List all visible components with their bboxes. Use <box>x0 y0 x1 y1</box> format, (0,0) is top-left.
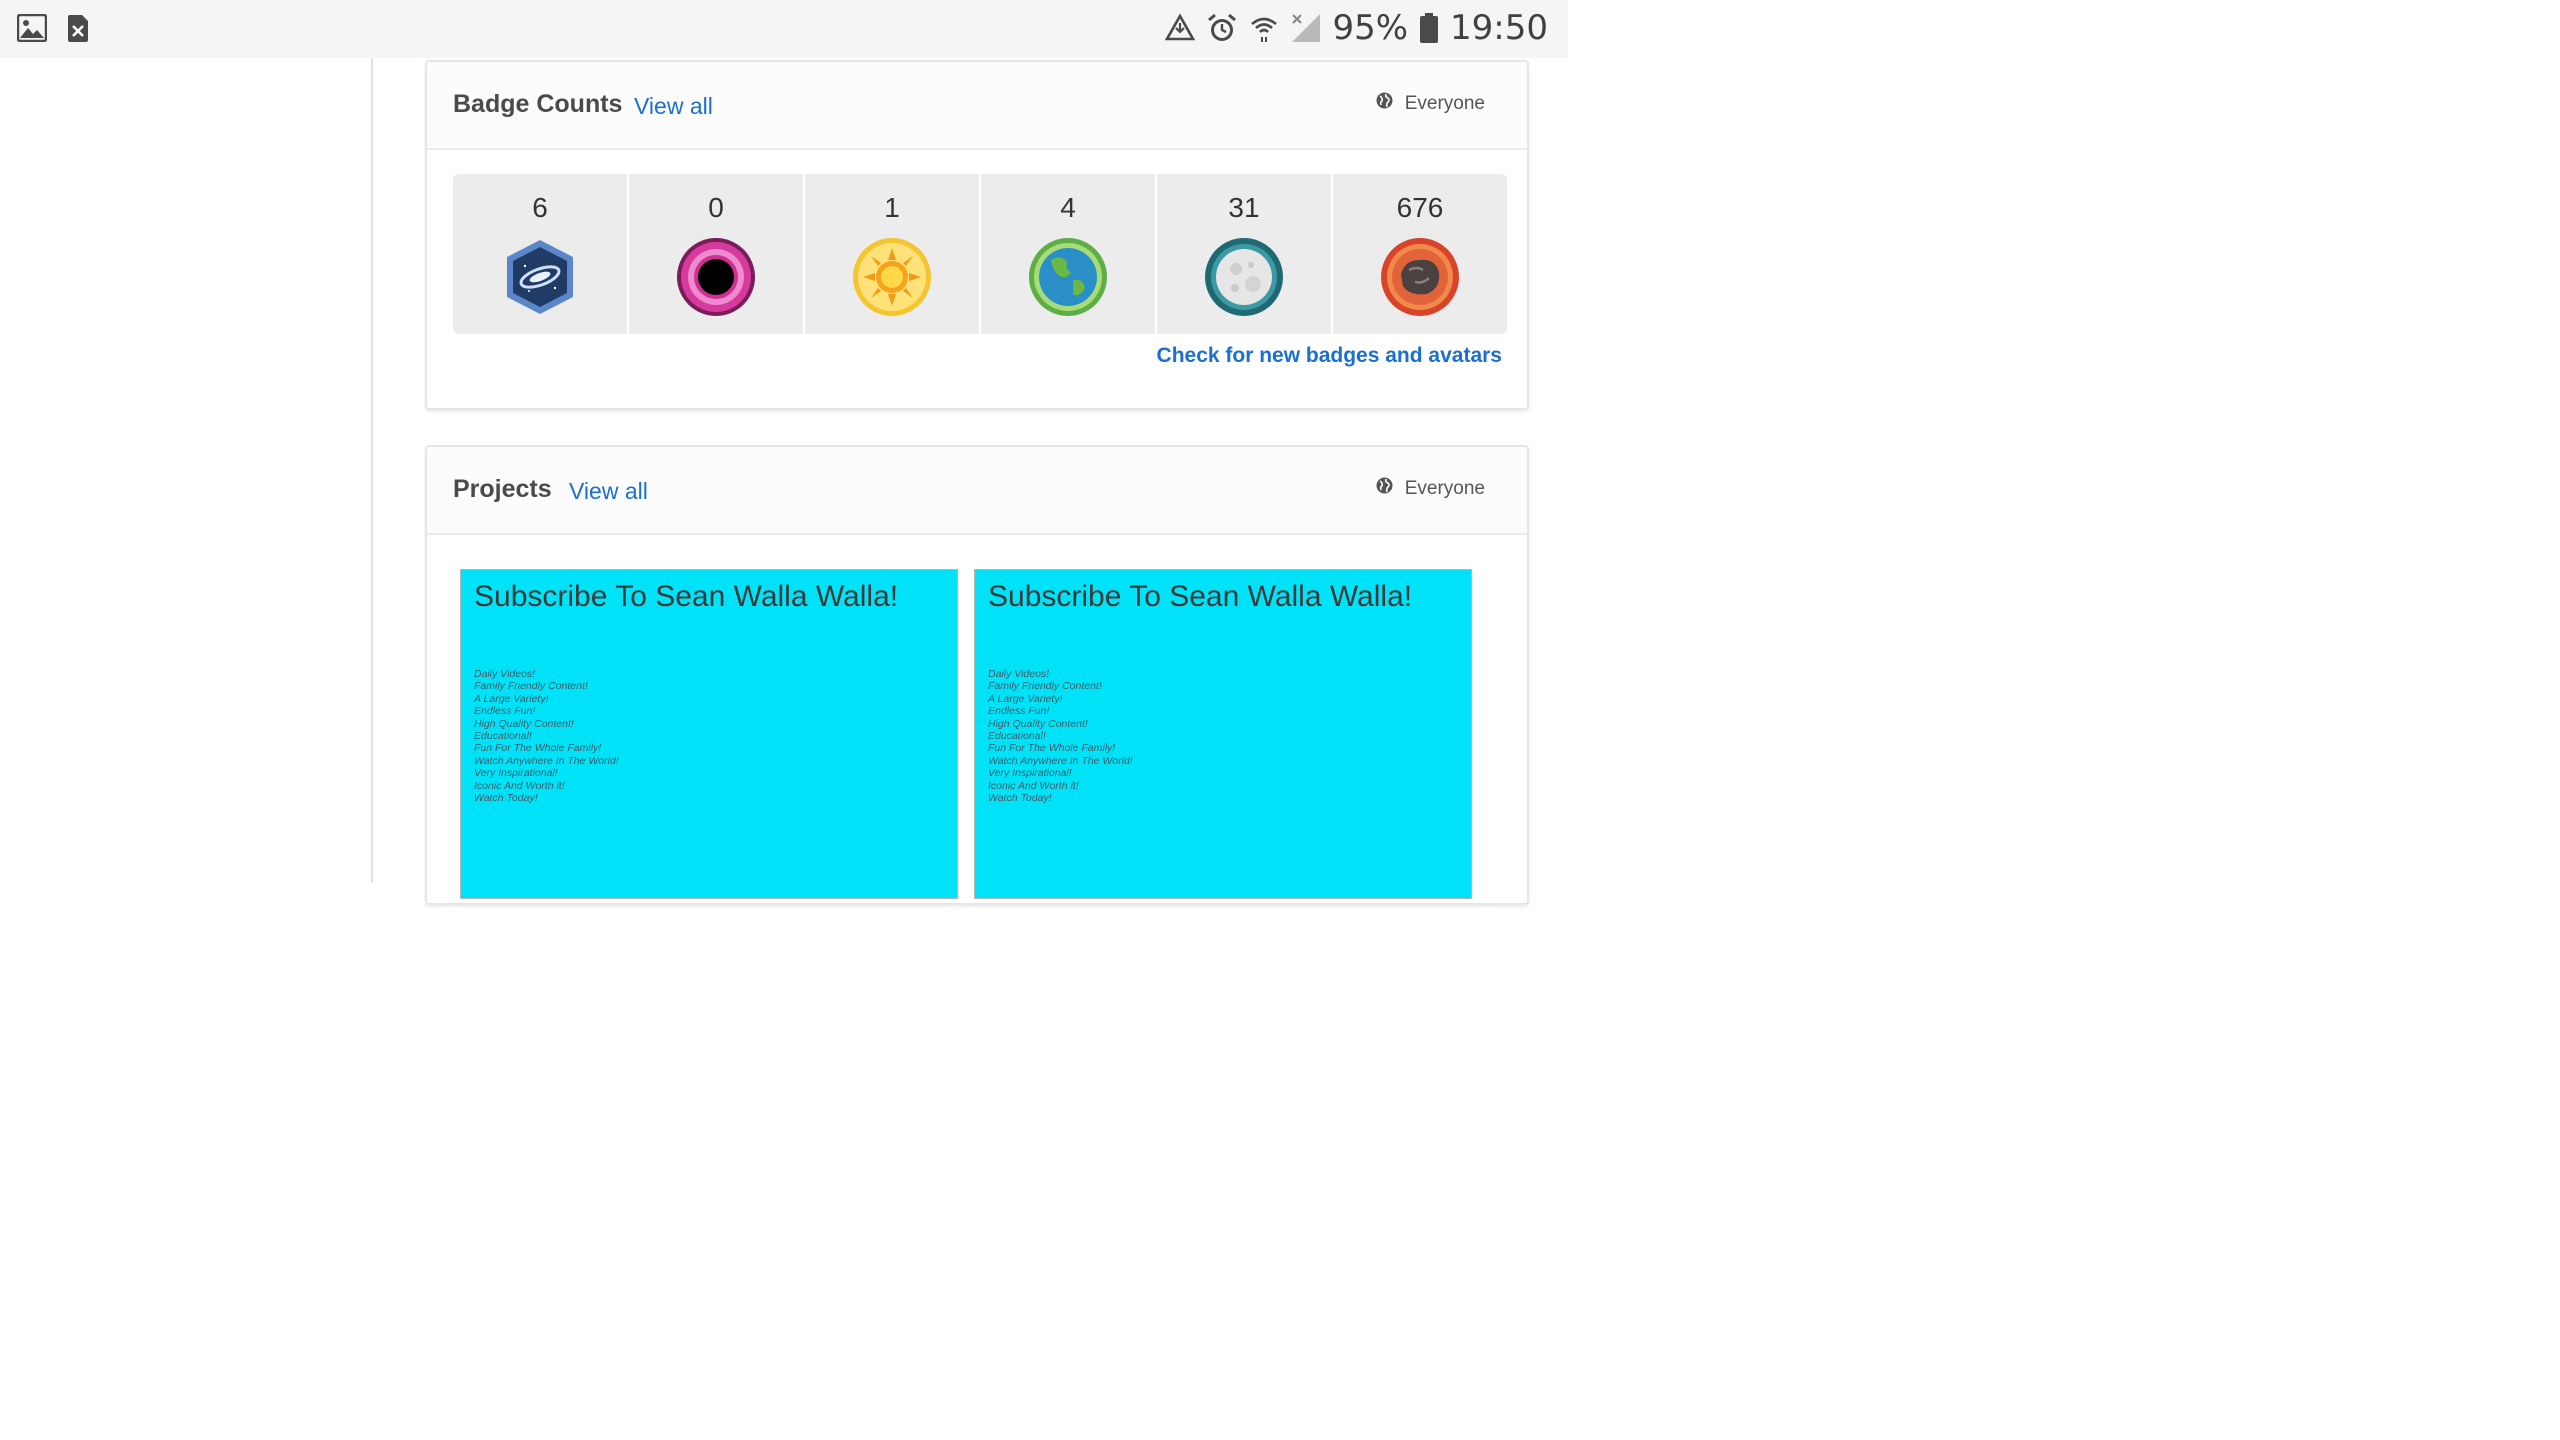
badge-cell[interactable]: 0 <box>629 174 803 334</box>
thumbnail-text: Daily Videos! Family Friendly Content! A… <box>474 668 619 805</box>
badge-count: 6 <box>532 192 548 223</box>
badge-cell[interactable]: 31 <box>1157 174 1331 334</box>
sidebar-divider <box>371 58 373 882</box>
view-all-badges-link[interactable]: View all <box>634 93 713 120</box>
clock: 19:50 <box>1450 8 1548 48</box>
badge-cell[interactable]: 6 <box>453 174 627 334</box>
sun-badge-icon <box>851 236 933 318</box>
visibility-label: Everyone <box>1404 477 1485 499</box>
battery-icon <box>1418 12 1440 44</box>
thumbnail-title: Subscribe To Sean Walla Walla! <box>988 580 1413 613</box>
badge-count: 1 <box>884 192 900 223</box>
earth-badge-icon <box>1027 236 1109 318</box>
gallery-icon <box>16 12 48 44</box>
badge-cell[interactable]: 4 <box>981 174 1155 334</box>
card-header: Badge Counts View all Everyone <box>427 62 1527 150</box>
badge-count: 31 <box>1228 192 1260 223</box>
black-hole-badge-icon <box>675 236 757 318</box>
galaxy-badge-icon <box>499 236 581 318</box>
thumbnail-text: Daily Videos! Family Friendly Content! A… <box>988 668 1133 805</box>
projects-card: Projects View all Everyone Subscribe To … <box>425 445 1529 905</box>
project-thumbnail[interactable]: Subscribe To Sean Walla Walla! Daily Vid… <box>460 569 958 899</box>
meteorite-badge-icon <box>1379 236 1461 318</box>
globe-icon <box>1376 92 1393 115</box>
view-all-projects-link[interactable]: View all <box>569 478 648 505</box>
moon-badge-icon <box>1203 236 1285 318</box>
badge-row: 6 0 1 4 31 676 <box>453 174 1507 334</box>
visibility-label: Everyone <box>1404 92 1485 114</box>
wifi-icon <box>1248 12 1280 44</box>
badge-cell[interactable]: 1 <box>805 174 979 334</box>
status-bar: 95% 19:50 <box>0 0 1568 58</box>
check-new-badges-link[interactable]: Check for new badges and avatars <box>1157 344 1502 368</box>
card-title: Badge Counts <box>453 90 623 118</box>
data-saver-icon <box>1164 12 1196 44</box>
alarm-icon <box>1206 12 1238 44</box>
badge-count: 0 <box>708 192 724 223</box>
project-thumbnail[interactable]: Subscribe To Sean Walla Walla! Daily Vid… <box>974 569 1472 899</box>
visibility-selector[interactable]: Everyone <box>1376 92 1485 115</box>
visibility-selector[interactable]: Everyone <box>1376 477 1485 500</box>
close-notification-icon <box>62 12 94 44</box>
card-header: Projects View all Everyone <box>427 447 1527 535</box>
globe-icon <box>1376 477 1393 500</box>
card-title: Projects <box>453 475 552 503</box>
badge-cell[interactable]: 676 <box>1333 174 1507 334</box>
battery-percent: 95% <box>1332 8 1409 48</box>
badge-count: 4 <box>1060 192 1076 223</box>
thumbnail-title: Subscribe To Sean Walla Walla! <box>474 580 899 613</box>
signal-icon <box>1290 12 1322 44</box>
badge-count: 676 <box>1396 192 1444 223</box>
badge-counts-card: Badge Counts View all Everyone 6 0 1 4 3… <box>425 60 1529 410</box>
